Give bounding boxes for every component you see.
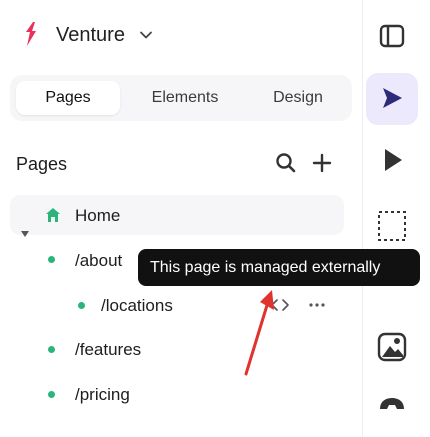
page-label-home: Home xyxy=(75,206,121,225)
preview-button[interactable] xyxy=(372,140,412,180)
rail-divider xyxy=(362,0,363,437)
tab-pages[interactable]: Pages xyxy=(16,81,120,115)
image-tool-button[interactable] xyxy=(372,327,412,367)
page-status-dot xyxy=(48,256,55,263)
page-label-about[interactable]: /about xyxy=(75,251,122,271)
annotation-arrow-icon xyxy=(244,290,274,376)
search-icon[interactable] xyxy=(275,152,297,174)
plus-icon[interactable] xyxy=(311,152,333,174)
page-label-locations[interactable]: /locations xyxy=(101,296,173,316)
cursor-icon xyxy=(383,88,402,108)
page-status-dot xyxy=(48,391,55,398)
plugin-button[interactable] xyxy=(372,386,412,426)
collapse-triangle-icon[interactable] xyxy=(20,229,30,239)
page-label-features[interactable]: /features xyxy=(75,340,141,360)
page-status-dot xyxy=(48,346,55,353)
panel-tabs: Pages Elements Design xyxy=(10,75,352,121)
managed-externally-tooltip: This page is managed externally xyxy=(138,249,420,286)
chevron-down-icon[interactable] xyxy=(139,28,153,42)
home-icon xyxy=(46,208,60,222)
play-icon xyxy=(385,149,402,171)
more-icon[interactable] xyxy=(307,297,327,313)
pages-section-title: Pages xyxy=(16,154,68,174)
project-title[interactable]: Venture xyxy=(56,24,125,47)
image-icon xyxy=(377,332,407,362)
page-label-pricing[interactable]: /pricing xyxy=(75,385,130,405)
page-status-dot xyxy=(78,302,85,309)
framer-bolt-icon[interactable] xyxy=(24,22,38,46)
marquee-select-button[interactable] xyxy=(372,206,412,246)
marquee-select-icon xyxy=(378,211,406,241)
cursor-tool-button[interactable] xyxy=(366,73,418,125)
tab-design[interactable]: Design xyxy=(250,81,346,115)
panel-toggle-button[interactable] xyxy=(372,16,412,56)
tab-elements[interactable]: Elements xyxy=(126,81,244,115)
panel-toggle-icon xyxy=(379,24,405,48)
plugin-icon xyxy=(380,398,404,409)
